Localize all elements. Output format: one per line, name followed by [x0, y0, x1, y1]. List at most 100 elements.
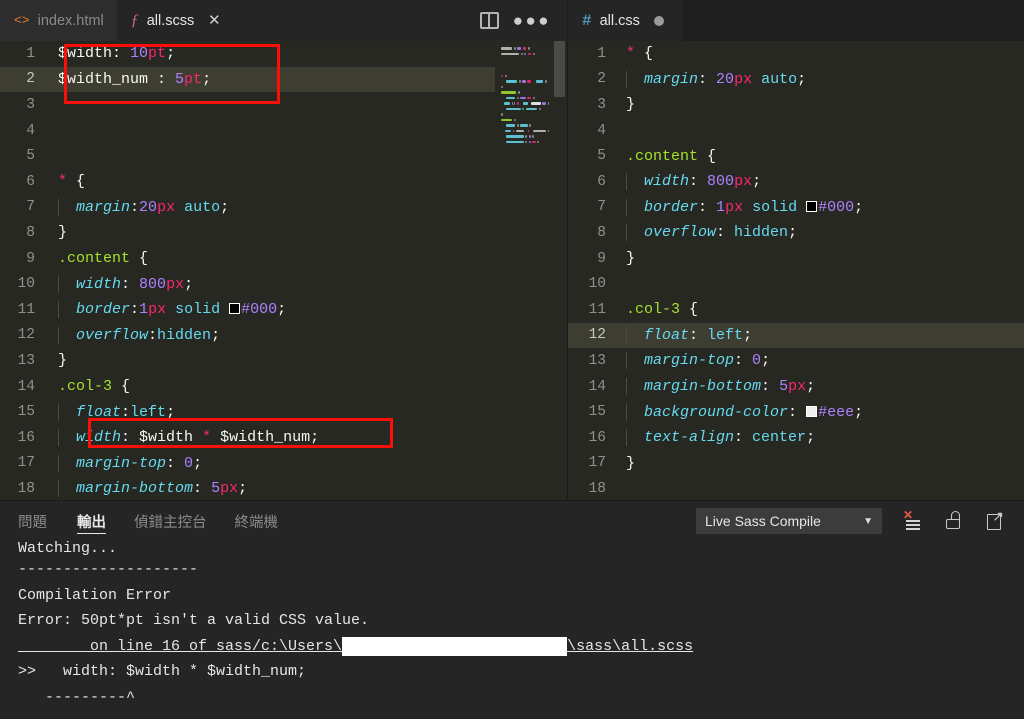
panel-tab-problems[interactable]: 問題: [18, 501, 63, 541]
code-token: px: [725, 198, 744, 216]
indent-guide: [626, 326, 627, 344]
code-line: 4: [0, 118, 567, 144]
panel-header: 問題 輸出 偵錯主控台 終端機 Live Sass Compile ▼ ✕ ↗: [0, 501, 1024, 541]
code-line: 6 width: 800px;: [568, 169, 1024, 195]
line-number: 1: [597, 45, 606, 62]
code-token: {: [635, 45, 654, 63]
code-line: 2 margin: 20px auto;: [568, 67, 1024, 93]
minimap-row: [501, 85, 549, 90]
code-token: :: [698, 70, 717, 88]
code-token: }: [58, 352, 68, 370]
code-token: 800: [707, 173, 735, 191]
code-token: width: [76, 429, 122, 447]
code-token: left: [130, 403, 167, 421]
minimap-row: [501, 124, 549, 128]
panel-tab-output[interactable]: 輸出: [63, 501, 120, 541]
output-file-link-prefix[interactable]: on line 16 of sass/c:\Users\: [18, 638, 342, 655]
color-swatch-icon[interactable]: [229, 303, 241, 315]
code-line: 5: [0, 143, 567, 169]
indent-guide: [58, 454, 59, 472]
code-token: :: [121, 429, 140, 447]
panel-tab-debug-console[interactable]: 偵錯主控台: [120, 501, 221, 541]
line-number: 15: [17, 404, 35, 421]
code-token: :: [130, 198, 140, 216]
line-number: 11: [17, 301, 35, 318]
code-token: 0: [752, 352, 762, 370]
line-number: 9: [26, 250, 35, 267]
code-lines-left: 1 $width: 10pt; 2 $width_num : 5pt; 3 4 5 6 * {7…: [0, 41, 567, 500]
line-number: 13: [588, 352, 606, 369]
tab-all-css[interactable]: # all.css: [568, 0, 682, 41]
minimap-row: [501, 113, 549, 117]
line-number: 14: [588, 378, 606, 395]
code-editor-scss[interactable]: 1 $width: 10pt; 2 $width_num : 5pt; 3 4 5 6 * {7…: [0, 41, 567, 500]
line-number: 3: [597, 96, 606, 113]
close-icon[interactable]: ✕: [206, 13, 222, 28]
lock-scroll-icon[interactable]: [944, 510, 966, 532]
code-line: 7 margin:20px auto;: [0, 195, 567, 221]
code-token: *: [58, 173, 68, 191]
code-token: *: [626, 45, 636, 63]
line-number: 8: [597, 224, 606, 241]
color-swatch-icon[interactable]: [806, 405, 818, 417]
line-number: 12: [17, 327, 35, 344]
indent-guide: [626, 352, 627, 370]
output-console[interactable]: Watching... -------------------- Compila…: [0, 541, 1024, 719]
code-text: margin:20px auto;: [56, 198, 229, 216]
more-actions-icon[interactable]: ●●●: [513, 12, 551, 29]
color-swatch-icon[interactable]: [806, 200, 818, 212]
code-line: 17 margin-top: 0;: [0, 451, 567, 477]
output-channel-select[interactable]: Live Sass Compile ▼: [696, 508, 882, 534]
minimap-left[interactable]: [495, 41, 567, 500]
code-token: ;: [788, 224, 798, 242]
code-line: 6 * {: [0, 169, 567, 195]
tab-index-html[interactable]: <> index.html: [0, 0, 117, 41]
minimap-scrollbar[interactable]: [554, 41, 565, 97]
output-file-link-suffix[interactable]: \sass\all.scss: [567, 638, 693, 655]
code-token: left: [707, 326, 744, 344]
code-token: .content: [58, 250, 131, 268]
code-token: px: [157, 198, 176, 216]
indent-guide: [58, 301, 59, 319]
panel-tab-terminal[interactable]: 終端機: [221, 501, 293, 541]
code-token: margin-top: [76, 454, 167, 472]
code-token: overflow: [644, 224, 717, 242]
code-token: width: [76, 275, 122, 293]
open-in-editor-icon[interactable]: ↗: [986, 509, 1008, 532]
code-token: {: [130, 250, 149, 268]
code-token: :: [121, 403, 131, 421]
code-line: 1 * {: [568, 41, 1024, 67]
code-text: border:1px solid #000;: [56, 301, 286, 319]
code-line: 5 .content {: [568, 143, 1024, 169]
code-text: float: left;: [624, 326, 753, 344]
code-text: $width_num : 5pt;: [56, 71, 211, 88]
code-token: #000: [241, 301, 278, 319]
tab-all-scss[interactable]: ƒ all.scss ✕: [116, 0, 236, 41]
code-token: margin: [76, 198, 131, 216]
dirty-indicator-icon[interactable]: [653, 15, 664, 26]
code-line: 8}: [0, 220, 567, 246]
line-number: 15: [588, 404, 606, 421]
indent-guide: [626, 403, 627, 421]
bottom-panel: 問題 輸出 偵錯主控台 終端機 Live Sass Compile ▼ ✕ ↗ …: [0, 501, 1024, 719]
code-token: float: [76, 403, 122, 421]
code-line: 3: [0, 92, 567, 118]
code-token: ;: [743, 326, 753, 344]
line-number: 7: [597, 199, 606, 216]
code-text: }: [624, 250, 635, 267]
code-text: .col-3 {: [624, 301, 698, 318]
code-token: }: [58, 224, 68, 242]
code-token: $width: [58, 45, 113, 63]
clear-output-icon[interactable]: ✕: [902, 508, 924, 532]
code-token: ;: [166, 403, 176, 421]
code-editor-css[interactable]: 1 * {2 margin: 20px auto; 3} 4 5 .content {6 …: [568, 41, 1024, 500]
split-editor-icon[interactable]: [479, 12, 499, 29]
